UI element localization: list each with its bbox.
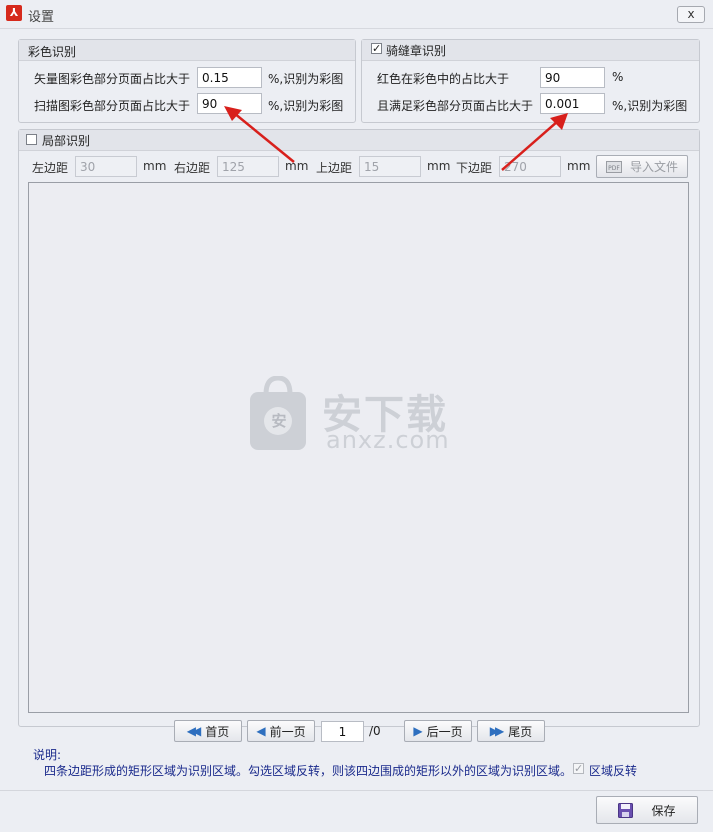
- top-margin-label: 上边距: [316, 161, 353, 175]
- scan-ratio-label: 扫描图彩色部分页面占比大于: [34, 99, 191, 113]
- invert-region-label: 区域反转: [589, 764, 638, 778]
- last-page-label: 尾页: [508, 724, 533, 739]
- next-page-label: 后一页: [426, 724, 463, 739]
- left-margin-label: 左边距: [32, 161, 69, 175]
- footer-divider: [0, 790, 713, 791]
- group-title: 彩色识别: [28, 45, 77, 59]
- import-file-button[interactable]: PDF 导入文件: [596, 155, 688, 178]
- double-right-arrow-icon: ▶▶: [489, 724, 505, 738]
- vector-ratio-suffix: %,识别为彩图: [268, 72, 344, 86]
- close-button[interactable]: x: [677, 6, 705, 23]
- local-recognition-checkbox[interactable]: [26, 134, 37, 145]
- seam-stamp-checkbox[interactable]: ✓: [371, 43, 382, 54]
- left-margin-input[interactable]: [75, 156, 137, 177]
- red-arrow-icon: [501, 113, 568, 171]
- top-margin-unit: mm: [427, 159, 451, 173]
- left-arrow-icon: ◀: [256, 724, 265, 738]
- seam-stamp-title: 骑缝章识别: [386, 44, 447, 58]
- left-margin-unit: mm: [143, 159, 167, 173]
- red-ratio-suffix: %: [612, 70, 624, 84]
- notes-text: 四条边距形成的矩形区域为识别区域。勾选区域反转，则该四边围成的矩形以外的区域为识…: [44, 764, 573, 778]
- red-arrow-icon: [224, 106, 295, 163]
- notes-heading: 说明:: [33, 748, 62, 762]
- vector-ratio-label: 矢量图彩色部分页面占比大于: [34, 72, 191, 86]
- last-page-button[interactable]: ▶▶ 尾页: [477, 720, 545, 742]
- watermark-badge: 安: [271, 412, 287, 430]
- local-recognition-title: 局部识别: [42, 134, 91, 148]
- save-button[interactable]: 保存: [596, 796, 698, 824]
- top-margin-input[interactable]: [359, 156, 421, 177]
- prev-page-button[interactable]: ◀ 前一页: [247, 720, 315, 742]
- next-page-button[interactable]: ▶ 后一页: [404, 720, 472, 742]
- stamp-color-ratio-suffix: %,识别为彩图: [612, 99, 688, 113]
- right-margin-label: 右边距: [174, 161, 211, 175]
- red-ratio-input[interactable]: [540, 67, 605, 88]
- save-icon: [618, 802, 634, 818]
- page-number-input[interactable]: [321, 721, 364, 742]
- first-page-button[interactable]: ◀◀ 首页: [174, 720, 242, 742]
- app-icon: ⅄: [6, 5, 22, 21]
- window-title: 设置: [28, 10, 55, 25]
- first-page-label: 首页: [205, 724, 230, 739]
- close-icon: x: [687, 7, 695, 21]
- bottom-margin-label: 下边距: [456, 161, 493, 175]
- group-header: [19, 130, 699, 151]
- page-total: /0: [369, 724, 381, 738]
- import-file-label: 导入文件: [629, 160, 678, 174]
- svg-text:PDF: PDF: [608, 165, 620, 172]
- import-file-icon: PDF: [605, 160, 622, 173]
- prev-page-label: 前一页: [269, 724, 306, 739]
- vector-ratio-input[interactable]: [197, 67, 262, 88]
- right-arrow-icon: ▶: [413, 724, 422, 738]
- save-label: 保存: [651, 803, 676, 818]
- check-icon: ✓: [574, 762, 584, 775]
- double-left-arrow-icon: ◀◀: [186, 724, 202, 738]
- invert-region-checkbox[interactable]: ✓: [573, 763, 584, 774]
- check-icon: ✓: [372, 42, 382, 55]
- red-ratio-label: 红色在彩色中的占比大于: [377, 72, 510, 86]
- title-bar: [0, 0, 713, 29]
- watermark-sub: anxz.com: [326, 426, 450, 454]
